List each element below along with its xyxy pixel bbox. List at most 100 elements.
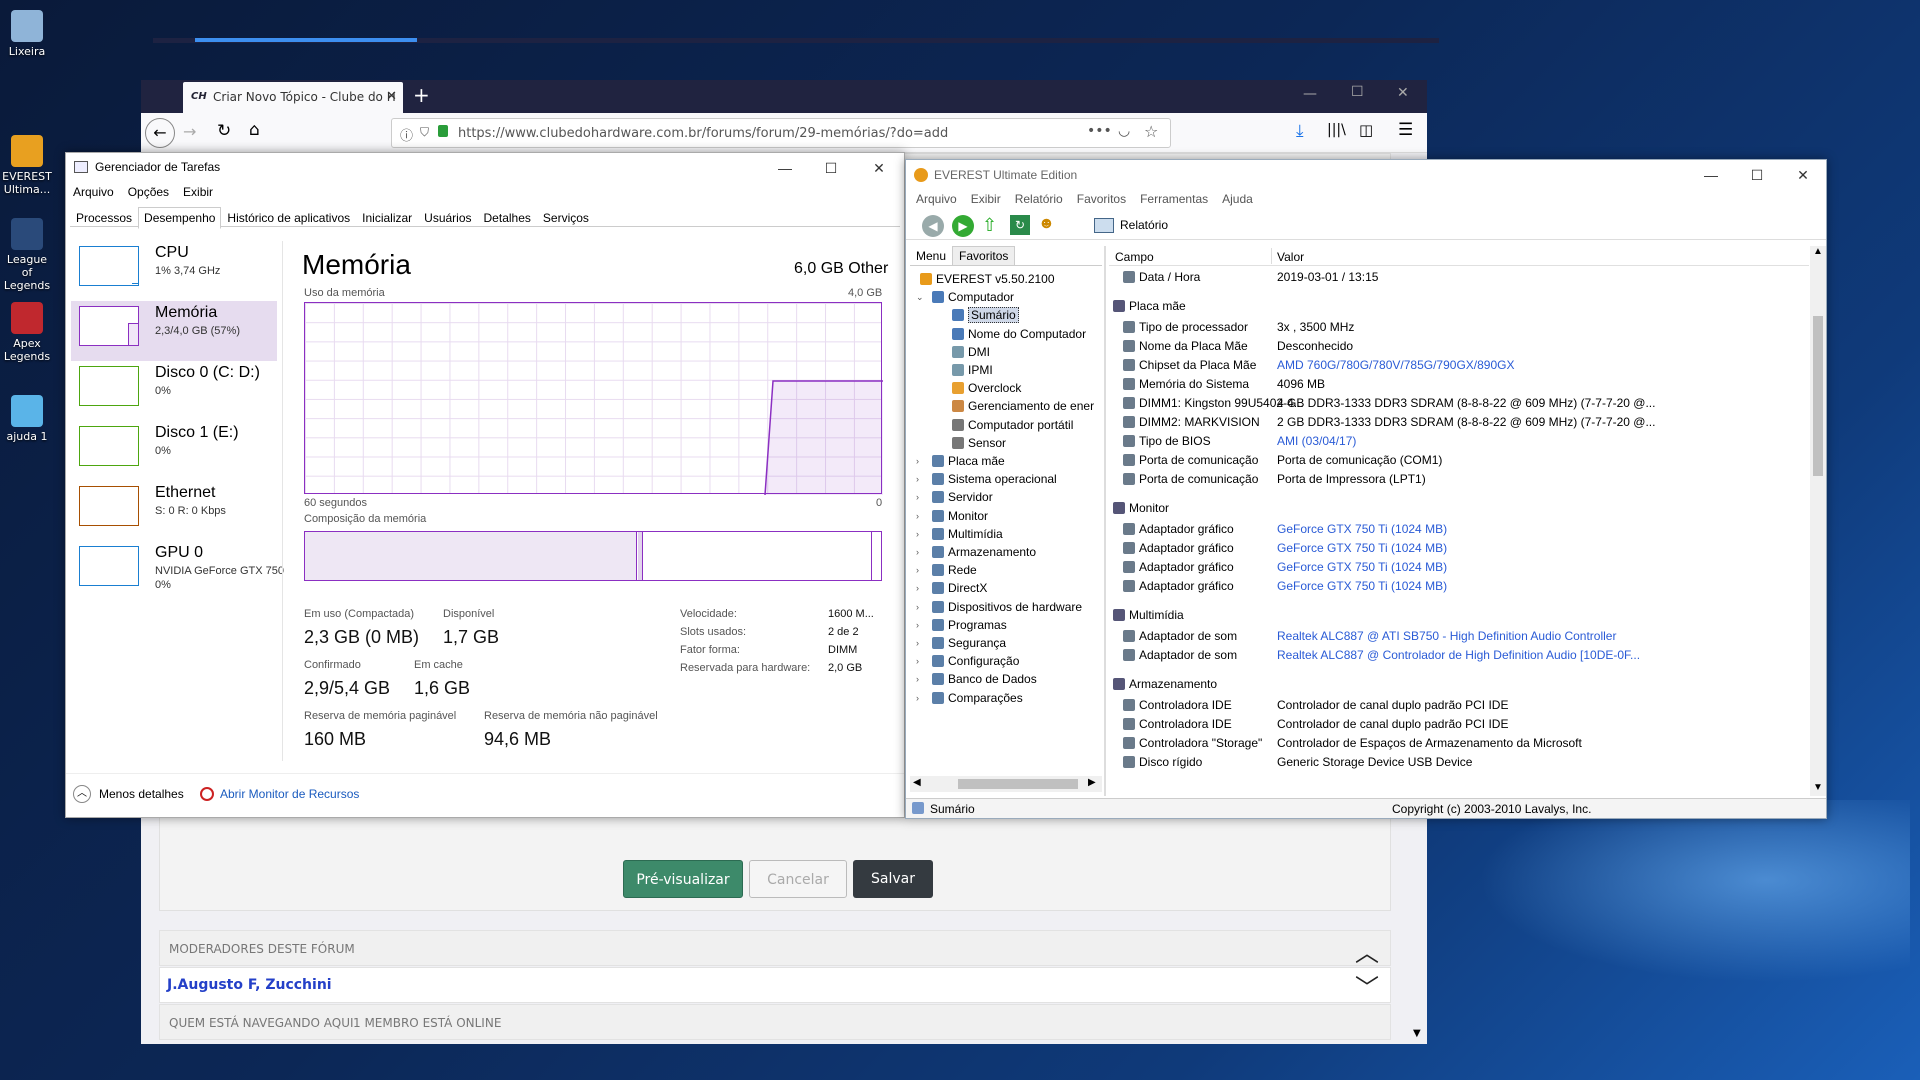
tree-item[interactable]: Gerenciamento de ener xyxy=(952,397,1094,415)
field-value[interactable]: GeForce GTX 750 Ti (1024 MB) xyxy=(1277,520,1447,538)
tree-item[interactable]: › Banco de Dados xyxy=(916,670,1037,688)
moderators-names[interactable]: J.Augusto F, Zucchini xyxy=(167,977,332,993)
close-window-icon[interactable]: ✕ xyxy=(1780,160,1826,190)
info-row[interactable]: Nome da Placa Mãe Desconhecido xyxy=(1113,337,1803,355)
tree-item[interactable]: › Dispositivos de hardware xyxy=(916,598,1082,616)
list-vscrollbar[interactable]: ▲ ▼ xyxy=(1810,246,1826,796)
expand-toggle-icon[interactable]: › xyxy=(916,525,919,543)
scroll-up-icon[interactable]: ▲ xyxy=(1813,246,1823,257)
info-row[interactable]: Adaptador de som Realtek ALC887 @ Control… xyxy=(1113,646,1803,664)
info-row[interactable]: Controladora IDE Controlador de canal dup… xyxy=(1113,696,1803,714)
sidebar-item[interactable]: GPU 0 NVIDIA GeForce GTX 750 0% xyxy=(71,541,284,601)
desktop-icon[interactable]: Lixeira xyxy=(2,10,52,58)
page-actions-icon[interactable]: ••• xyxy=(1087,123,1112,139)
expand-toggle-icon[interactable]: › xyxy=(916,470,919,488)
sidebar-item[interactable]: CPU 1% 3,74 GHz xyxy=(71,241,277,301)
field-value[interactable]: AMI (03/04/17) xyxy=(1277,432,1356,450)
everest-tab[interactable]: Favoritos xyxy=(952,246,1016,265)
scroll-thumb[interactable] xyxy=(958,779,1078,789)
desktop-icon[interactable]: League of Legends xyxy=(2,218,52,292)
download-icon[interactable]: ⤓ xyxy=(1296,121,1304,141)
tree-item[interactable]: › Multimídia xyxy=(916,525,1003,543)
tree-item[interactable]: EVEREST v5.50.2100 xyxy=(920,270,1055,288)
tree-item[interactable]: › Placa mãe xyxy=(916,452,1005,470)
chevron-up-icon[interactable]: ︿ xyxy=(73,785,91,803)
new-tab-icon[interactable]: + xyxy=(413,83,430,107)
tree-item[interactable]: › Programas xyxy=(916,616,1007,634)
tree-item[interactable]: › Rede xyxy=(916,561,977,579)
maximize-icon[interactable]: ☐ xyxy=(1734,160,1780,190)
pocket-icon[interactable]: ◡ xyxy=(1118,123,1130,139)
collapse-up-icon[interactable]: ︿ xyxy=(1355,933,1379,968)
info-icon[interactable]: ⓘ xyxy=(400,125,413,144)
expand-toggle-icon[interactable]: › xyxy=(916,561,919,579)
moderators-header[interactable]: MODERADORES DESTE FÓRUM ︿ xyxy=(159,930,1391,968)
up-icon[interactable]: ⇧ xyxy=(982,215,997,236)
info-row[interactable]: Adaptador gráfico GeForce GTX 750 Ti (102… xyxy=(1113,520,1803,538)
save-button[interactable]: Salvar xyxy=(853,860,933,898)
forward-icon[interactable]: ▶ xyxy=(952,215,974,237)
field-value[interactable]: Realtek ALC887 @ ATI SB750 - High Defini… xyxy=(1277,627,1616,645)
scroll-down-icon[interactable]: ▼ xyxy=(1813,782,1823,793)
resource-monitor-link[interactable]: Abrir Monitor de Recursos xyxy=(220,787,359,801)
info-row[interactable]: Controladora "Storage" Controlador de Esp… xyxy=(1113,734,1803,752)
bookmark-star-icon[interactable]: ☆ xyxy=(1144,122,1158,141)
minimize-icon[interactable]: — xyxy=(762,153,808,183)
tree-item[interactable]: › Comparações xyxy=(916,689,1023,707)
col-value-header[interactable]: Valor xyxy=(1277,250,1304,264)
tm-tab[interactable]: Inicializar xyxy=(356,207,418,229)
info-row[interactable]: Adaptador de som Realtek ALC887 @ ATI SB7… xyxy=(1113,627,1803,645)
expand-toggle-icon[interactable]: ⌄ xyxy=(916,288,924,306)
tm-tab[interactable]: Serviços xyxy=(537,207,595,229)
tree-hscrollbar[interactable]: ◀ ▶ xyxy=(910,776,1102,792)
expand-toggle-icon[interactable]: › xyxy=(916,598,919,616)
info-row[interactable]: DIMM2: MARKVISION 2 GB DDR3-1333 DDR3 SDR… xyxy=(1113,413,1803,431)
refresh-icon[interactable]: ↻ xyxy=(1010,215,1030,235)
tree-item[interactable]: › Monitor xyxy=(916,507,988,525)
tree-item[interactable]: Computador portátil xyxy=(952,416,1073,434)
desktop-icon[interactable]: EVEREST Ultima... xyxy=(2,135,52,196)
info-row[interactable]: Porta de comunicação Porta de comunicação… xyxy=(1113,451,1803,469)
info-row[interactable]: Adaptador gráfico GeForce GTX 750 Ti (102… xyxy=(1113,577,1803,595)
expand-toggle-icon[interactable]: › xyxy=(916,488,919,506)
col-field-header[interactable]: Campo xyxy=(1115,250,1154,264)
minimize-icon[interactable]: — xyxy=(1688,160,1734,190)
info-row[interactable]: Memória do Sistema 4096 MB xyxy=(1113,375,1803,393)
maximize-icon[interactable]: ☐ xyxy=(808,153,854,183)
tm-tab[interactable]: Detalhes xyxy=(478,207,537,229)
info-row[interactable]: Chipset da Placa Mãe AMD 760G/780G/780V/7… xyxy=(1113,356,1803,374)
sidebar-item[interactable]: Ethernet S: 0 R: 0 Kbps xyxy=(71,481,277,541)
field-value[interactable]: AMD 760G/780G/780V/785G/790GX/890GX xyxy=(1277,356,1514,374)
info-row[interactable]: Data / Hora 2019-03-01 / 13:15 xyxy=(1113,268,1803,286)
expand-down-icon[interactable]: ﹀ xyxy=(1355,968,1379,1003)
tree-item[interactable]: › DirectX xyxy=(916,579,987,597)
close-tab-icon[interactable]: ✕ xyxy=(386,89,397,104)
expand-toggle-icon[interactable]: › xyxy=(916,507,919,525)
expand-toggle-icon[interactable]: › xyxy=(916,689,919,707)
forward-icon[interactable]: → xyxy=(183,122,196,141)
field-value[interactable]: GeForce GTX 750 Ti (1024 MB) xyxy=(1277,539,1447,557)
cancel-button[interactable]: Cancelar xyxy=(749,860,847,898)
everest-menu-item[interactable]: Relatório xyxy=(1015,192,1063,206)
everest-tab[interactable]: Menu xyxy=(910,247,953,265)
sidebar-item[interactable]: Memória 2,3/4,0 GB (57%) xyxy=(71,301,277,361)
info-row[interactable]: Disco rígido Generic Storage Device USB D… xyxy=(1113,753,1803,771)
tm-tab[interactable]: Processos xyxy=(70,207,138,229)
back-icon[interactable]: ← xyxy=(145,118,175,148)
tracking-shield-icon[interactable]: ⛉ xyxy=(420,125,429,140)
scroll-left-icon[interactable]: ◀ xyxy=(913,777,921,788)
info-row[interactable]: Adaptador gráfico GeForce GTX 750 Ti (102… xyxy=(1113,558,1803,576)
tm-tab[interactable]: Histórico de aplicativos xyxy=(221,207,356,229)
info-row[interactable]: DIMM1: Kingston 99U5402-4... 4 GB DDR3-13… xyxy=(1113,394,1803,412)
tm-tab[interactable]: Usuários xyxy=(418,207,477,229)
everest-menu-item[interactable]: Arquivo xyxy=(916,192,957,206)
info-row[interactable]: Tipo de processador 3x , 3500 MHz xyxy=(1113,318,1803,336)
tree-item[interactable]: › Servidor xyxy=(916,488,993,506)
scroll-right-icon[interactable]: ▶ xyxy=(1088,777,1096,788)
reload-icon[interactable]: ↻ xyxy=(217,121,231,141)
tm-menu-item[interactable]: Opções xyxy=(128,185,169,199)
tree-item[interactable]: › Sistema operacional xyxy=(916,470,1057,488)
everest-menu-item[interactable]: Ferramentas xyxy=(1140,192,1208,206)
scroll-thumb[interactable] xyxy=(1813,316,1823,476)
field-value[interactable]: GeForce GTX 750 Ti (1024 MB) xyxy=(1277,577,1447,595)
